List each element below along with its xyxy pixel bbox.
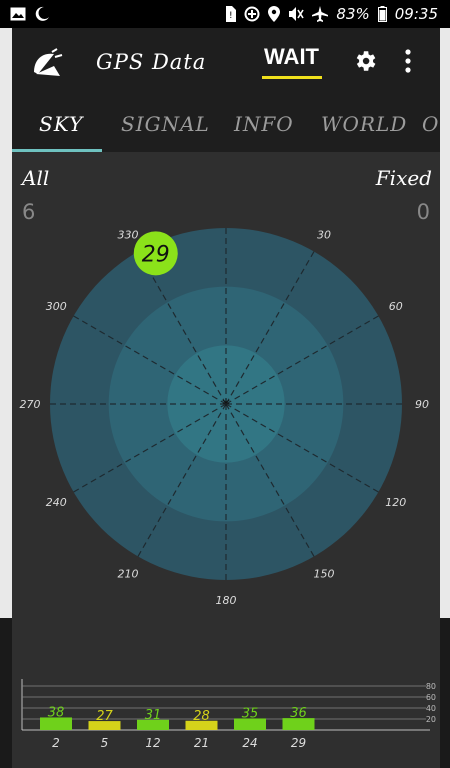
signal-snr-5: 27: [96, 709, 113, 724]
tab-world[interactable]: WORLD: [321, 112, 407, 136]
status-bar: ! 83% 09:35: [0, 0, 450, 28]
satellite-label-29: 29: [142, 242, 170, 267]
data-saver-icon: [244, 6, 260, 22]
signal-snr-21: 28: [193, 709, 210, 724]
app-bar: GPS Data WAIT: [12, 28, 440, 98]
gear-icon[interactable]: [352, 48, 378, 74]
zenith-marker: *: [222, 395, 230, 414]
azimuth-label-270: 270: [20, 398, 41, 411]
signal-prn-29: 29: [291, 736, 306, 750]
signal-scale-60: 60: [426, 693, 436, 702]
tab-info[interactable]: INFO: [234, 112, 294, 136]
azimuth-label-60: 60: [389, 300, 403, 313]
signal-prn-2: 2: [52, 736, 60, 750]
clock: 09:35: [394, 5, 438, 23]
azimuth-label-90: 90: [415, 398, 429, 411]
tab-bar: SKY SIGNAL INFO WORLD OT: [12, 98, 440, 152]
tab-other[interactable]: OT: [422, 112, 440, 136]
azimuth-label-240: 240: [46, 496, 67, 509]
azimuth-label-210: 210: [118, 568, 139, 581]
signal-snr-29: 36: [290, 706, 307, 721]
location-icon: [268, 6, 281, 22]
signal-snr-12: 31: [145, 708, 162, 723]
all-satellites-count: 6: [22, 200, 36, 224]
signal-snr-24: 35: [242, 706, 259, 721]
satellite-dish-logo-icon: [34, 48, 63, 76]
all-satellites-label: All: [22, 166, 50, 190]
background-launcher-right: [440, 28, 450, 618]
sky-view-plot: * 30 60 90 120 150 180 210 240 270 300 33029: [20, 228, 429, 607]
app-title: GPS Data: [96, 50, 207, 74]
mute-icon: [289, 7, 305, 21]
wait-button[interactable]: WAIT: [264, 44, 319, 70]
more-options-icon[interactable]: [404, 48, 412, 74]
tab-signal[interactable]: SIGNAL: [121, 112, 210, 136]
azimuth-label-300: 300: [46, 300, 67, 313]
azimuth-label-330: 330: [118, 228, 139, 241]
fixed-satellites-label: Fixed: [375, 166, 432, 190]
svg-text:!: !: [229, 11, 233, 21]
fixed-satellites-count: 0: [416, 200, 430, 224]
signal-prn-21: 21: [194, 736, 209, 750]
background-launcher-left: [0, 28, 12, 618]
signal-prn-12: 12: [145, 736, 160, 750]
azimuth-label-120: 120: [385, 496, 406, 509]
wait-underline: [262, 76, 322, 79]
signal-scale-80: 80: [426, 682, 436, 691]
signal-prn-24: 24: [242, 736, 257, 750]
signal-prn-5: 5: [101, 736, 109, 750]
sim-alert-icon: !: [226, 6, 237, 22]
azimuth-label-30: 30: [317, 228, 331, 241]
signal-strength-chart: 80 60 40 20 38 2 27 5 31 12 28 21 35 24 36 29: [21, 679, 436, 750]
azimuth-label-150: 150: [314, 568, 335, 581]
signal-snr-2: 38: [48, 705, 65, 720]
signal-scale-20: 20: [426, 715, 436, 724]
moon-icon: [35, 6, 49, 21]
signal-scale-40: 40: [426, 704, 436, 713]
app-window: GPS Data WAIT SKY SIGNAL INFO WORLD OT *…: [12, 28, 440, 768]
tab-sky[interactable]: SKY: [39, 112, 83, 136]
battery-icon: [377, 6, 387, 22]
airplane-icon: [312, 6, 329, 22]
image-icon: [10, 7, 26, 21]
azimuth-label-180: 180: [216, 594, 237, 607]
battery-percent: 83%: [336, 5, 370, 23]
